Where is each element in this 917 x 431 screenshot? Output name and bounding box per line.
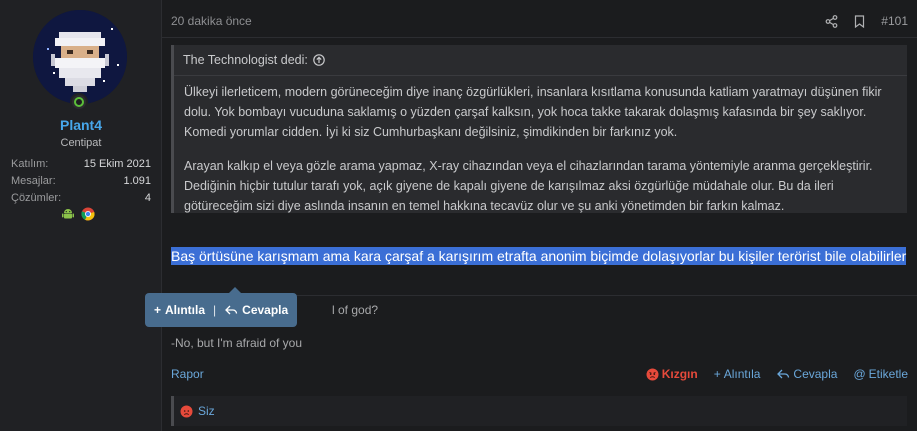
username[interactable]: Plant4 (0, 117, 162, 133)
quote-author[interactable]: The Technologist dedi: (183, 53, 308, 67)
chrome-icon (81, 207, 95, 221)
post-text-line: -No, but I'm afraid of you (171, 336, 303, 350)
tag-button[interactable]: @ Etiketle (853, 367, 908, 381)
stat-label: Mesajlar: (11, 175, 56, 187)
footer-actions: Kızgın + Alıntıla Cevapla @ Etiketle (646, 367, 908, 381)
reply-icon (225, 305, 238, 315)
stat-joined: Katılım: 15 Ekim 2021 (11, 156, 151, 173)
reactions-text[interactable]: Siz (198, 404, 215, 418)
user-stats: Katılım: 15 Ekim 2021 Mesajlar: 1.091 Çö… (11, 156, 151, 207)
tooltip-quote-label: Alıntıla (165, 303, 206, 317)
stat-label: Çözümler: (11, 192, 62, 204)
reply-label: Cevapla (793, 367, 838, 381)
quote-block: The Technologist dedi: Ülkeyi ilerletice… (171, 45, 907, 213)
angry-reaction-button[interactable]: Kızgın (646, 367, 698, 381)
divider (174, 75, 907, 76)
stat-label: Katılım: (11, 158, 49, 170)
angry-label: Kızgın (661, 367, 698, 381)
arrow-up-circle-icon[interactable] (313, 54, 325, 66)
tooltip-reply-label: Cevapla (242, 303, 289, 317)
reactions-bar[interactable]: Siz (171, 396, 907, 426)
angry-face-icon (646, 368, 659, 380)
quote-label: Alıntıla (723, 367, 761, 381)
quote-header[interactable]: The Technologist dedi: (183, 53, 325, 67)
selected-text[interactable]: Baş örtüsüne karışmam ama kara çarşaf a … (171, 246, 907, 267)
quote-paragraph: Arayan kalkıp el veya gözle arama yapmaz… (184, 159, 873, 213)
bookmark-icon[interactable] (854, 14, 865, 28)
avatar[interactable] (33, 10, 127, 104)
quote-paragraph: Ülkeyi ilerleticem, modern görüneceğim d… (184, 85, 882, 139)
at-icon: @ (853, 367, 866, 381)
message-content: 20 dakika önce #101 The Technologist ded… (162, 0, 917, 431)
stat-value: 15 Ekim 2021 (83, 158, 151, 170)
header-actions: #101 (825, 14, 908, 28)
stat-value: 4 (144, 192, 151, 204)
tooltip-quote-button[interactable]: + Alıntıla (154, 303, 205, 317)
online-status-icon (70, 93, 88, 111)
tooltip-reply-button[interactable]: Cevapla (224, 303, 288, 317)
reply-icon (777, 369, 790, 379)
user-title: Centipat (60, 137, 102, 149)
post-text-line: l of god? (332, 303, 378, 317)
post-time[interactable]: 20 dakika önce (171, 14, 252, 28)
stat-value: 1.091 (123, 175, 151, 187)
stat-solutions: Çözümler: 4 (11, 190, 151, 207)
angry-face-icon (180, 405, 193, 417)
stat-messages: Mesajlar: 1.091 (11, 173, 151, 190)
tooltip-separator: | (213, 303, 217, 317)
post-number[interactable]: #101 (881, 14, 908, 28)
selection-tooltip: + Alıntıla | Cevapla (145, 287, 298, 327)
tag-label: Etiketle (868, 367, 908, 381)
divider (162, 37, 917, 38)
message-footer: Rapor Kızgın + Alıntıla Cevapla @ Etiket… (171, 365, 908, 383)
avatar-image (33, 10, 127, 104)
report-link[interactable]: Rapor (171, 367, 204, 381)
android-icon (62, 209, 74, 219)
user-badges (61, 207, 95, 221)
post-text-fragment: l of god? (332, 303, 379, 317)
plus-icon: + (154, 303, 162, 317)
selection-highlight[interactable]: Baş örtüsüne karışmam ama kara çarşaf a … (171, 247, 907, 265)
share-icon[interactable] (825, 14, 838, 28)
plus-icon: + (713, 367, 721, 381)
quote-button[interactable]: + Alıntıla (714, 367, 761, 381)
user-info-panel: Plant4 Centipat Katılım: 15 Ekim 2021 Me… (0, 0, 162, 431)
message-header: 20 dakika önce #101 (171, 12, 908, 30)
quote-body: Ülkeyi ilerleticem, modern görüneceğim d… (184, 82, 895, 216)
reply-button[interactable]: Cevapla (776, 367, 837, 381)
